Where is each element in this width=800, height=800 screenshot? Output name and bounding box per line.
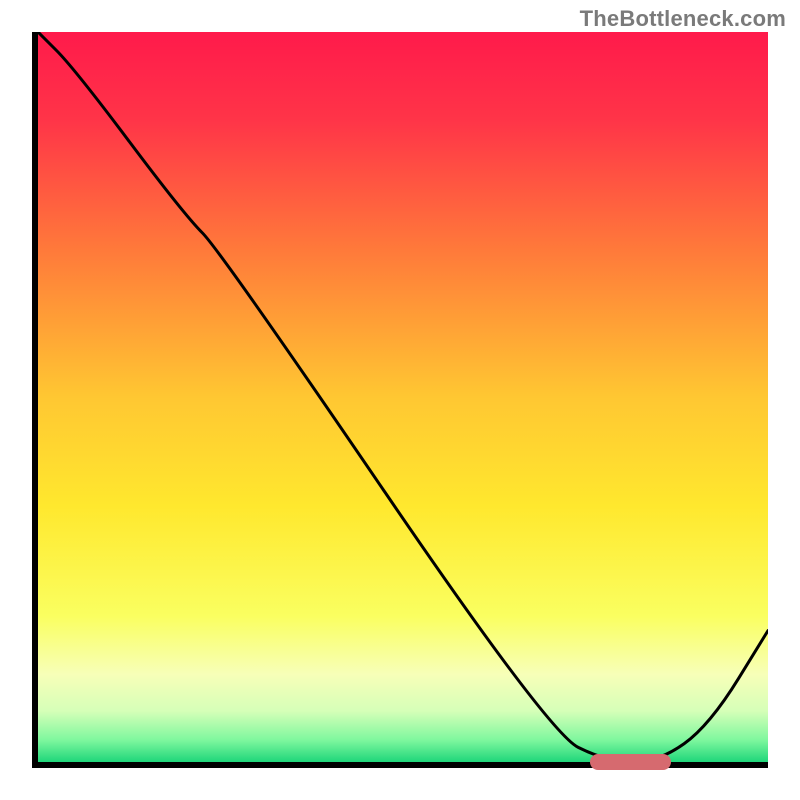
optimal-range-marker xyxy=(590,754,671,770)
chart-container: TheBottleneck.com xyxy=(0,0,800,800)
attribution-text: TheBottleneck.com xyxy=(580,6,786,32)
plot-area xyxy=(32,32,768,768)
bottleneck-curve xyxy=(38,32,768,762)
